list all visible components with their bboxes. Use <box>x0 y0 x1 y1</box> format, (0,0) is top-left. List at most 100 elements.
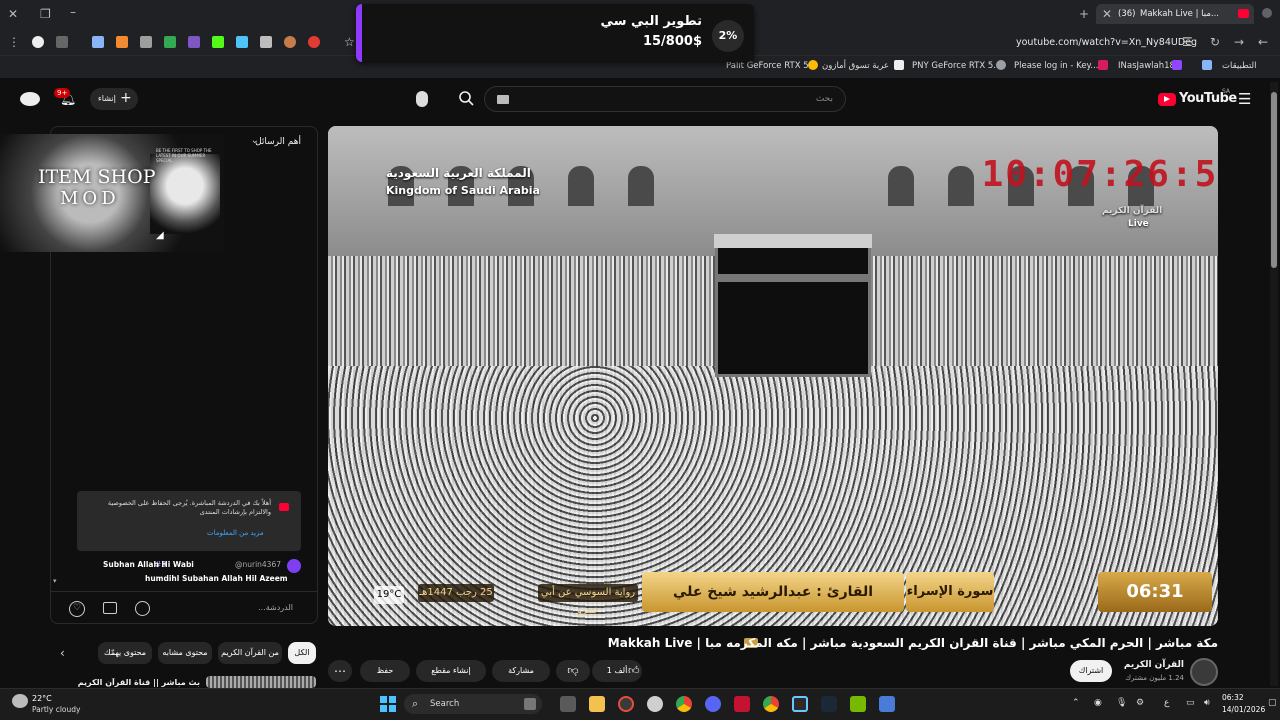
overlay-clock: 10:07:26:57 <box>981 154 1218 195</box>
extension-icon[interactable] <box>140 36 152 48</box>
volume-extension-icon[interactable] <box>260 36 272 48</box>
chrome-icon[interactable] <box>763 696 779 712</box>
kick-extension-icon[interactable] <box>212 36 224 48</box>
app-icon[interactable] <box>618 696 634 712</box>
minimize-window-icon[interactable]: – <box>70 6 76 18</box>
emoji-icon[interactable] <box>135 601 150 616</box>
share-button[interactable]: مشاركة <box>492 660 550 682</box>
tray-icon[interactable]: ⚙ <box>1136 698 1144 708</box>
donation-goal-popup: تطوير البي سي 15/800$ 2% <box>356 4 754 62</box>
clock-date[interactable]: 14/01/2026 <box>1222 705 1265 714</box>
youtube-logo-icon[interactable] <box>1158 93 1176 106</box>
chip-similar[interactable]: محتوى مشابه <box>158 642 212 664</box>
new-tab-icon[interactable]: + <box>1079 8 1089 20</box>
extension-icon[interactable] <box>92 36 104 48</box>
chevron-up-icon[interactable]: ⌃ <box>1072 698 1080 708</box>
goal-progress-text: 15/800$ <box>642 34 702 49</box>
scroll-down-icon[interactable]: ▾ <box>53 577 57 585</box>
network-icon[interactable]: ◉ <box>1094 698 1102 708</box>
extension-icon[interactable] <box>164 36 176 48</box>
scrollbar-thumb[interactable] <box>1271 92 1277 268</box>
chat-notice-text: أهلاً بك في الدردشة المباشرة. يُرجى الحف… <box>107 499 271 516</box>
channel-name[interactable]: القرآن الكريم <box>1124 660 1184 670</box>
microphone-icon[interactable] <box>416 91 428 107</box>
super-chat-icon[interactable] <box>103 602 117 614</box>
tab-youtube[interactable]: ✕ (36) Makkah Live | مبا... <box>1096 4 1254 24</box>
windows-start-icon[interactable] <box>380 696 396 712</box>
heart-icon[interactable]: ♡ <box>69 601 85 617</box>
bookmark-item[interactable]: Palit GeForce RTX 5... <box>726 61 817 71</box>
weather-icon[interactable] <box>12 694 28 708</box>
extension-icon[interactable] <box>236 36 248 48</box>
bookmark-item[interactable]: Please log in - Key... <box>1014 61 1098 71</box>
extension-icon[interactable] <box>56 36 68 48</box>
overlay-lower-bar: 06:31 سورة الإسراء القارئ : عبدالرشيد شي… <box>328 572 1218 616</box>
volume-icon[interactable]: 🔊︎ <box>1204 698 1210 708</box>
url-text[interactable]: youtube.com/watch?v=Xn_Ny84UDeg <box>1016 37 1197 48</box>
taskbar-search-input[interactable]: ⌕ Search <box>404 694 542 714</box>
chevron-left-icon[interactable]: ‹ <box>60 646 65 660</box>
chat-header-label[interactable]: أهم الرسائل <box>255 137 301 147</box>
app-icon[interactable] <box>792 696 808 712</box>
video-player[interactable]: المملكة العربية السعودية Kingdom of Saud… <box>328 126 1218 626</box>
nvidia-icon[interactable] <box>850 696 866 712</box>
file-explorer-icon[interactable] <box>589 696 605 712</box>
microphone-icon[interactable]: 🎙︎ <box>1116 698 1127 708</box>
settings-gear-icon[interactable] <box>647 696 663 712</box>
create-button[interactable]: إنشاء + <box>90 88 138 110</box>
site-settings-icon[interactable]: ☰ <box>1182 36 1193 48</box>
reload-icon[interactable]: ↻ <box>1210 36 1220 48</box>
steam-icon[interactable] <box>821 696 837 712</box>
page-scrollbar[interactable] <box>1270 82 1278 686</box>
chip-all[interactable]: الكل <box>288 642 316 664</box>
chip-quran[interactable]: من القرآن الكريم <box>218 642 282 664</box>
extension-icon[interactable] <box>284 36 296 48</box>
monitor-icon[interactable]: ▭ <box>1186 698 1195 708</box>
save-button[interactable]: حفظ <box>360 660 410 682</box>
bookmark-item[interactable]: PNY GeForce RTX 5... <box>912 61 1001 71</box>
channel-avatar[interactable] <box>1190 658 1218 686</box>
chrome-icon[interactable] <box>676 696 692 712</box>
language-icon[interactable]: ع <box>1164 698 1169 708</box>
keyboard-icon[interactable] <box>497 95 509 104</box>
restore-window-icon[interactable]: ❐ <box>40 8 51 20</box>
related-title[interactable]: بث مباشر || قناة القرآن الكريم Makkah <box>76 678 200 687</box>
hamburger-menu-icon[interactable]: ☰ <box>1238 90 1251 108</box>
app-icon[interactable] <box>879 696 895 712</box>
chat-input[interactable]: الدردشة... <box>258 603 293 612</box>
back-icon[interactable]: ← <box>1258 36 1268 48</box>
notification-center-icon[interactable]: ▢ <box>1268 698 1277 708</box>
kaaba-band <box>718 274 868 282</box>
chat-username[interactable]: @nurin4367 <box>235 560 281 569</box>
chat-notice-link[interactable]: مزيد من المعلومات <box>207 529 264 537</box>
avatar[interactable] <box>20 92 40 106</box>
tab-close-icon[interactable]: ✕ <box>1102 8 1112 20</box>
bookmark-item[interactable]: التطبيقات <box>1222 61 1257 71</box>
bookmark-item[interactable]: INasJawlah18 <box>1118 61 1175 71</box>
dislike-button[interactable]: 👎︎ <box>556 660 590 682</box>
chip-for-you[interactable]: محتوى يهمّك <box>98 642 152 664</box>
discord-icon[interactable] <box>705 696 721 712</box>
tab-search-icon[interactable] <box>1262 8 1272 18</box>
extension-icon[interactable] <box>308 36 320 48</box>
search-placeholder: بحث <box>815 94 833 104</box>
search-input[interactable]: بحث <box>484 86 846 112</box>
more-actions-button[interactable]: ⋯ <box>328 660 352 682</box>
bookmark-star-icon[interactable]: ☆ <box>344 36 355 48</box>
profile-icon[interactable] <box>32 36 44 48</box>
related-thumbnail[interactable] <box>206 676 316 688</box>
browser-menu-icon[interactable]: ⋮ <box>8 36 20 48</box>
close-window-icon[interactable]: ✕ <box>8 8 18 20</box>
clip-button[interactable]: إنشاء مقطع <box>416 660 486 682</box>
subscribe-button[interactable]: اشتراك <box>1070 660 1112 682</box>
task-view-icon[interactable] <box>560 696 576 712</box>
twitch-icon <box>1172 60 1182 70</box>
bookmark-item[interactable]: عربة تسوق أمازون <box>822 61 889 71</box>
chevron-down-icon[interactable]: ⌄ <box>251 135 259 146</box>
extension-icon[interactable] <box>116 36 128 48</box>
search-icon[interactable] <box>458 90 474 106</box>
app-icon[interactable] <box>734 696 750 712</box>
clock-time[interactable]: 06:32 <box>1222 693 1244 702</box>
forward-icon[interactable]: → <box>1234 36 1244 48</box>
extension-icon[interactable] <box>188 36 200 48</box>
